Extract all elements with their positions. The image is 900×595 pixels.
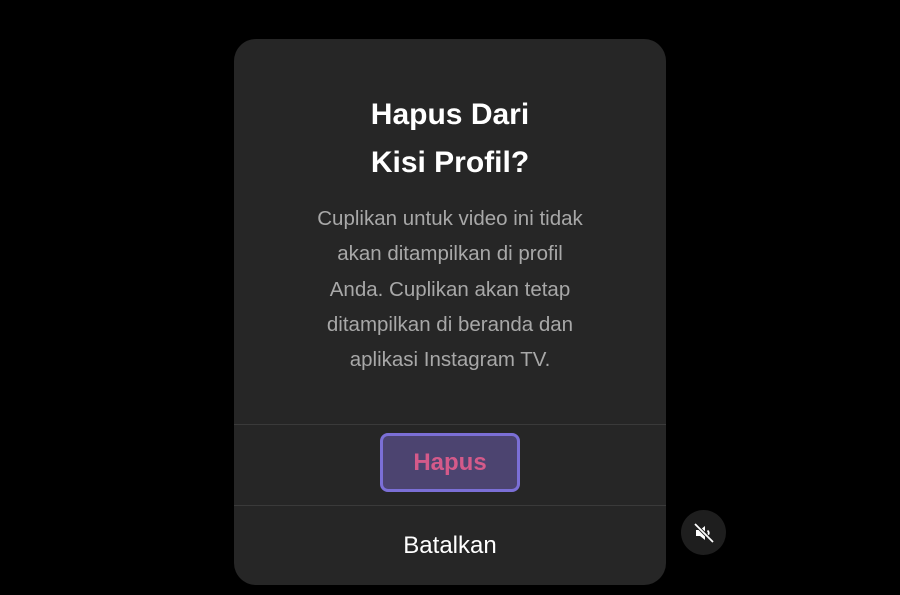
mute-toggle-button[interactable] [681, 510, 726, 555]
dialog-message-line: aplikasi Instagram TV. [349, 348, 551, 372]
delete-button-label: Hapus [413, 448, 487, 476]
cancel-button[interactable]: Batalkan [234, 506, 666, 585]
dialog-title-line-1: Hapus Dari [370, 98, 530, 131]
cancel-button-label: Batalkan [403, 531, 497, 559]
dialog-message: Cuplikan untuk video ini tidak akan dita… [290, 201, 610, 377]
dialog-title: Hapus Dari Kisi Profil? [234, 91, 666, 187]
speaker-muted-icon [692, 521, 716, 545]
dialog-message-line: ditampilkan di beranda dan [326, 312, 574, 336]
dialog-message-line: Cuplikan untuk video ini tidak [317, 207, 583, 230]
screen: Hapus Dari Kisi Profil? Cuplikan untuk v… [0, 0, 900, 595]
delete-button[interactable]: Hapus [380, 433, 520, 492]
remove-from-profile-grid-dialog: Hapus Dari Kisi Profil? Cuplikan untuk v… [234, 39, 666, 585]
dialog-message-line: akan ditampilkan di profil [337, 242, 563, 266]
dialog-title-line-2: Kisi Profil? [370, 146, 530, 179]
dialog-message-line: Anda. Cuplikan akan tetap [329, 277, 571, 301]
divider [234, 424, 666, 425]
